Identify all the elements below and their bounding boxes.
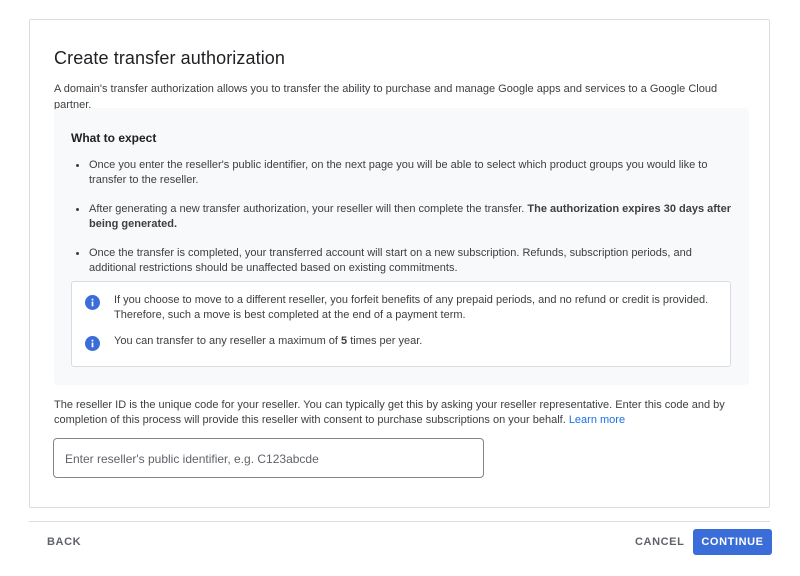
reseller-id-input[interactable] — [65, 450, 465, 468]
bullet-text: Once the transfer is completed, your tra… — [89, 247, 692, 274]
list-item: After generating a new transfer authoriz… — [71, 202, 731, 232]
info-icon — [85, 336, 100, 351]
reseller-id-description: The reseller ID is the unique code for y… — [54, 398, 754, 428]
info-icon — [85, 295, 100, 310]
what-to-expect-panel: What to expect Once you enter the resell… — [54, 108, 749, 385]
transfer-authorization-card: Create transfer authorization A domain's… — [29, 19, 770, 508]
list-item: Once the transfer is completed, your tra… — [71, 246, 731, 276]
learn-more-link[interactable]: Learn more — [569, 414, 625, 426]
info-text-after: times per year. — [347, 335, 423, 347]
page-title: Create transfer authorization — [54, 48, 286, 68]
reseller-id-field[interactable] — [53, 438, 484, 478]
list-item: Once you enter the reseller's public ide… — [71, 158, 731, 188]
cancel-button[interactable]: CANCEL — [635, 536, 684, 548]
info-notice-box: If you choose to move to a different res… — [71, 281, 731, 367]
bullet-text: Once you enter the reseller's public ide… — [89, 159, 708, 186]
bullet-dot — [76, 208, 79, 211]
info-text: You can transfer to any reseller a maxim… — [114, 334, 714, 349]
bullet-dot — [76, 252, 79, 255]
info-text: If you choose to move to a different res… — [114, 294, 709, 321]
expectation-list: Once you enter the reseller's public ide… — [71, 158, 731, 276]
footer-divider — [29, 521, 770, 522]
continue-button[interactable]: CONTINUE — [693, 529, 772, 555]
info-text-before: You can transfer to any reseller a maxim… — [114, 335, 342, 347]
bullet-text: After generating a new transfer authoriz… — [89, 203, 528, 215]
what-to-expect-heading: What to expect — [71, 131, 157, 145]
bullet-dot — [76, 164, 79, 167]
back-button[interactable]: BACK — [47, 536, 81, 548]
